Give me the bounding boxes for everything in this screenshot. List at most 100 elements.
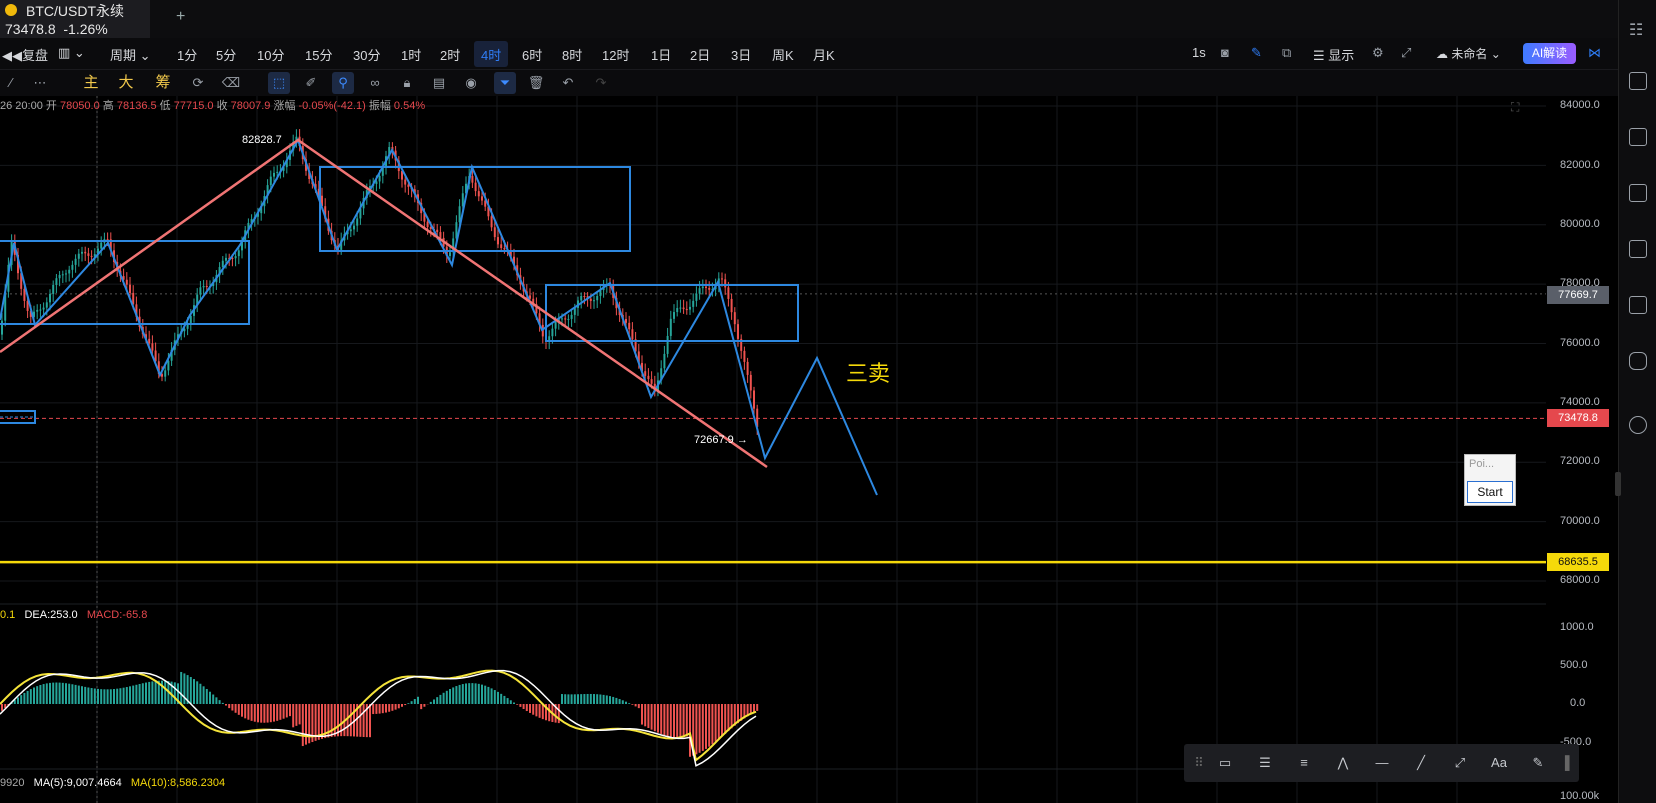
candle-body — [167, 360, 170, 371]
candle-body — [471, 176, 474, 183]
macd-histogram-bar — [538, 704, 541, 718]
candle-body — [81, 251, 83, 254]
chart-up-icon[interactable] — [1629, 184, 1647, 202]
window-icon[interactable]: ⧉ — [1282, 45, 1291, 61]
share-icon[interactable]: ⋈ — [1588, 45, 1601, 61]
fullscreen-icon[interactable]: ⤢ — [1401, 45, 1411, 61]
point-input[interactable]: Poi... — [1466, 456, 1514, 476]
magnet-icon[interactable]: ⚲ — [332, 72, 354, 94]
robot-icon[interactable] — [1629, 352, 1647, 370]
trend-line-icon[interactable]: ╱ — [1410, 753, 1432, 773]
candle-body — [74, 258, 77, 265]
select-icon[interactable]: ⬚ — [268, 72, 290, 94]
interval-5m[interactable]: 5分 — [216, 45, 236, 64]
macd-histogram-bar — [580, 694, 583, 704]
interval-6h[interactable]: 6时 — [522, 45, 542, 64]
more-icon[interactable]: ⋯ — [29, 72, 51, 94]
interval-month[interactable]: 月K — [813, 45, 835, 64]
price-axis-label: 68000.0 — [1560, 574, 1600, 586]
price-axis-label: 72000.0 — [1560, 455, 1600, 467]
document-icon[interactable] — [1629, 72, 1647, 90]
eye-icon[interactable]: ◉ — [460, 72, 482, 94]
macd-histogram-bar — [225, 704, 227, 706]
last-price-tag: 73478.8 — [1547, 409, 1609, 427]
drag-handle-icon[interactable]: ⠿ — [1188, 753, 1210, 773]
interval-8h[interactable]: 8时 — [562, 45, 582, 64]
interval-12h[interactable]: 12时 — [602, 45, 629, 64]
interval-3d[interactable]: 3日 — [731, 45, 751, 64]
macd-histogram-bar — [116, 688, 119, 704]
interval-2d[interactable]: 2日 — [690, 45, 710, 64]
text-tool[interactable]: Aa — [1488, 753, 1510, 773]
interval-10m[interactable]: 10分 — [257, 45, 284, 64]
interval-week[interactable]: 周K — [772, 45, 794, 64]
big-order-button[interactable]: 大 — [115, 72, 137, 94]
candle-body — [737, 324, 739, 339]
macd-histogram-bar — [436, 697, 439, 704]
candle-body — [58, 274, 61, 279]
expand-icon[interactable]: ⛶ — [1511, 100, 1519, 115]
ray-icon[interactable]: ⤢ — [1449, 753, 1471, 773]
main-indicator-button[interactable]: 主 — [80, 72, 102, 94]
replay-button[interactable]: ◀◀复盘 — [2, 45, 48, 64]
layout-dropdown[interactable]: ☁ 未命名 ⌄ — [1436, 45, 1501, 62]
chain-icon[interactable]: ∞ — [364, 72, 386, 94]
display-button[interactable]: ☰ 显示 — [1313, 45, 1354, 64]
magic-icon[interactable]: ⁄ — [0, 72, 22, 94]
lock-icon[interactable]: 🔒︎ — [396, 72, 418, 94]
speed-button[interactable]: 1s — [1192, 45, 1206, 60]
parallel-lines-icon[interactable]: ≡ — [1293, 753, 1315, 773]
macd-histogram-bar — [497, 691, 499, 704]
menu-icon[interactable]: ☷ — [1629, 20, 1647, 39]
macd-readout: 0.1 DEA:253.0 MACD:-65.8 — [0, 609, 148, 621]
chart-type-dropdown[interactable]: ▥ ⌄ — [58, 45, 85, 61]
macd-histogram-bar — [93, 688, 96, 704]
tab-btc-usdt[interactable]: BTC/USDT永续 73478.8 -1.26% — [0, 0, 150, 38]
sidebar-collapse-handle[interactable] — [1615, 472, 1621, 496]
brush-icon[interactable]: ✎ — [1527, 753, 1549, 773]
candle-body — [375, 181, 378, 185]
interval-30m[interactable]: 30分 — [353, 45, 380, 64]
dollar-icon[interactable] — [1629, 128, 1647, 146]
refresh-icon[interactable] — [1629, 416, 1647, 434]
redo-icon[interactable]: ↷ — [590, 72, 612, 94]
settings-icon[interactable]: ⚙ — [1372, 45, 1384, 61]
camera-icon[interactable]: ◙ — [1221, 45, 1229, 60]
sync-icon[interactable]: ⟳ — [187, 72, 209, 94]
macd-histogram-bar — [647, 704, 650, 729]
macd-histogram-bar — [90, 688, 93, 704]
interval-4h[interactable]: 4时 — [481, 45, 501, 64]
undo-icon[interactable]: ↶ — [557, 72, 579, 94]
ruler-icon[interactable]: ✐ — [300, 72, 322, 94]
macd-histogram-bar — [113, 689, 115, 704]
macd-histogram-bar — [257, 704, 259, 723]
fib-icon[interactable]: ☰ — [1254, 753, 1276, 773]
horizontal-line-icon[interactable]: — — [1371, 753, 1393, 773]
add-tab-button[interactable]: + — [176, 8, 185, 26]
ai-explain-button[interactable]: AI解读 — [1523, 43, 1576, 64]
calendar-icon[interactable] — [1629, 296, 1647, 314]
price-chart[interactable] — [0, 96, 1546, 803]
pencil-icon[interactable]: ✎ — [1251, 45, 1262, 61]
macd-histogram-bar — [29, 689, 32, 704]
period-dropdown[interactable]: 周期 ⌄ — [110, 45, 151, 64]
drawbar-end-handle-icon[interactable]: ▐ — [1554, 753, 1576, 773]
start-button[interactable]: Start — [1467, 481, 1513, 503]
rectangle-icon[interactable]: ▭ — [1214, 753, 1236, 773]
macd-histogram-bar — [196, 681, 199, 704]
macd-histogram-bar — [308, 704, 311, 744]
template-icon[interactable]: ▤ — [428, 72, 450, 94]
filter-icon[interactable]: ⏷ — [494, 72, 516, 94]
interval-15m[interactable]: 15分 — [305, 45, 332, 64]
monitor-icon[interactable] — [1629, 240, 1647, 258]
macd-histogram-bar — [244, 704, 247, 719]
macd-histogram-bar — [506, 698, 509, 704]
interval-1d[interactable]: 1日 — [651, 45, 671, 64]
measure-icon[interactable]: ⌫ — [220, 72, 242, 94]
zigzag-icon[interactable]: ⋀ — [1332, 753, 1354, 773]
chip-button[interactable]: 筹 — [152, 72, 174, 94]
interval-2h[interactable]: 2时 — [440, 45, 460, 64]
trash-icon[interactable]: 🗑︎ — [525, 72, 547, 94]
interval-1m[interactable]: 1分 — [177, 45, 197, 64]
interval-1h[interactable]: 1时 — [401, 45, 421, 64]
